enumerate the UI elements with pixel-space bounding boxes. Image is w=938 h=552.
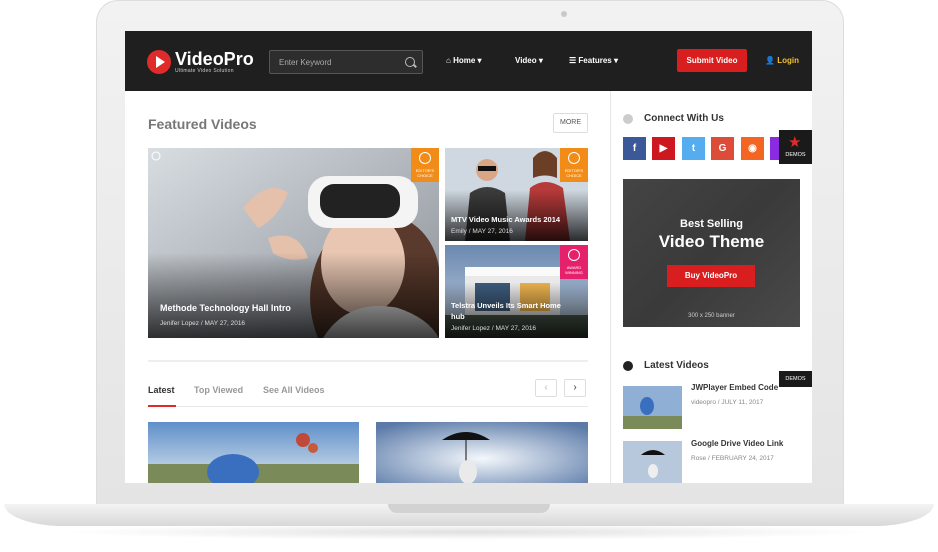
banner-line2: Video Theme	[658, 232, 765, 251]
tab-latest[interactable]: Latest	[148, 385, 175, 395]
card-title[interactable]: Methode Technology Hall Intro	[160, 303, 291, 313]
sidebar-divider	[610, 91, 611, 483]
user-icon: 👤	[765, 56, 775, 65]
prev-arrow-button[interactable]: ‹	[535, 379, 557, 397]
minus-circle-icon	[623, 114, 633, 124]
logo[interactable]: VideoPro Ultimate Video Solution	[147, 50, 254, 74]
latest-meta-2: Rose / FEBRUARY 24, 2017	[691, 455, 774, 462]
menu-icon: ☰	[569, 56, 577, 65]
card-meta: Jenifer Lopez / MAY 27, 2016	[160, 320, 246, 327]
star-icon: ★	[788, 134, 802, 151]
star-badge-icon	[419, 152, 431, 164]
nav-home-label: Home	[453, 56, 476, 65]
demos-tag[interactable]: DEMOS	[779, 371, 812, 387]
search-input[interactable]	[279, 56, 399, 69]
banner-size-note: 300 x 250 banner	[688, 313, 735, 319]
trophy-badge-icon	[568, 249, 580, 261]
featured-card-2[interactable]: EDITOR'S CHOICE MTV Video Music Awards 2…	[445, 148, 588, 241]
badge-label: EDITOR'S CHOICE	[415, 168, 435, 178]
screen: VideoPro Ultimate Video Solution ⌂ Home …	[125, 31, 812, 483]
login-label: Login	[777, 56, 799, 65]
badge-label: AWARD WINNING	[565, 265, 583, 275]
rss-icon[interactable]: ◉	[741, 137, 764, 160]
nav-home[interactable]: ⌂ Home ▾	[446, 56, 482, 65]
active-tab-indicator	[148, 405, 176, 407]
tab-top-viewed[interactable]: Top Viewed	[194, 385, 243, 395]
editors-choice-badge: EDITOR'S CHOICE	[560, 148, 588, 182]
more-button[interactable]: MORE	[553, 113, 588, 133]
play-circle-icon	[623, 361, 633, 371]
google-plus-icon[interactable]: G	[711, 137, 734, 160]
logo-name: VideoPro	[175, 49, 254, 69]
youtube-icon[interactable]: ▶	[652, 137, 675, 160]
search-icon[interactable]	[405, 57, 415, 67]
card-meta: Jenifer Lopez / MAY 27, 2016	[451, 325, 537, 332]
extra-social-icon[interactable]	[770, 137, 779, 160]
featured-card-3[interactable]: AWARD WINNING Telstra Unveils Its Smart …	[445, 245, 588, 338]
ad-banner: Best Selling Video Theme Buy VideoPro 30…	[623, 179, 800, 327]
home-icon: ⌂	[446, 56, 451, 65]
section-divider	[148, 360, 588, 362]
connect-heading: Connect With Us	[644, 113, 724, 124]
demos-button[interactable]: ★ DEMOS	[779, 130, 812, 164]
play-logo-icon	[147, 50, 171, 74]
buy-videopro-button[interactable]: Buy VideoPro	[667, 265, 755, 287]
star-badge-icon	[568, 152, 580, 164]
card-title[interactable]: MTV Video Music Awards 2014	[451, 215, 560, 224]
video-thumb-umbrella[interactable]	[376, 422, 588, 483]
featured-heading: Featured Videos	[148, 116, 257, 132]
submit-video-button[interactable]: Submit Video	[677, 49, 747, 72]
tab-underline-track	[148, 406, 588, 407]
latest-title-1[interactable]: JWPlayer Embed Code	[691, 383, 778, 392]
card-title[interactable]: Telstra Unveils Its Smart Home hub	[451, 300, 576, 322]
chevron-down-icon: ▾	[477, 56, 482, 65]
latest-thumb-1[interactable]	[623, 386, 682, 429]
badge-label: EDITOR'S CHOICE	[564, 168, 584, 178]
search-box	[269, 50, 423, 74]
latest-title-2[interactable]: Google Drive Video Link	[691, 439, 783, 448]
nav-video-label: Video	[515, 56, 537, 65]
card-meta: Emily / MAY 27, 2016	[451, 228, 513, 235]
laptop-shadow	[60, 524, 878, 540]
featured-main-card[interactable]: EDITOR'S CHOICE Methode Technology Hall …	[148, 148, 439, 338]
chevron-down-icon: ▾	[538, 56, 543, 65]
facebook-icon[interactable]: f	[623, 137, 646, 160]
nav-video[interactable]: Video ▾	[515, 56, 543, 65]
banner-line1: Best Selling	[680, 218, 743, 230]
tab-see-all-videos[interactable]: See All Videos	[263, 385, 325, 395]
editors-choice-badge: EDITOR'S CHOICE	[411, 148, 439, 182]
logo-tagline: Ultimate Video Solution	[175, 68, 234, 74]
webcam	[561, 11, 567, 17]
site-header: VideoPro Ultimate Video Solution ⌂ Home …	[125, 31, 812, 91]
latest-videos-heading: Latest Videos	[644, 360, 709, 371]
chevron-down-icon: ▾	[614, 56, 619, 65]
latest-thumb-2[interactable]	[623, 441, 682, 483]
demos-label: DEMOS	[785, 152, 806, 158]
next-arrow-button[interactable]: ›	[564, 379, 586, 397]
award-winning-badge: AWARD WINNING	[560, 245, 588, 279]
video-thumb-balloons[interactable]	[148, 422, 359, 483]
twitter-icon[interactable]: t	[682, 137, 705, 160]
login-link[interactable]: 👤 Login	[765, 56, 799, 65]
nav-features-label: Features	[578, 56, 612, 65]
latest-meta-1: videopro / JULY 11, 2017	[691, 399, 764, 406]
laptop-notch	[388, 504, 550, 513]
nav-features[interactable]: ☰ Features ▾	[569, 56, 618, 65]
